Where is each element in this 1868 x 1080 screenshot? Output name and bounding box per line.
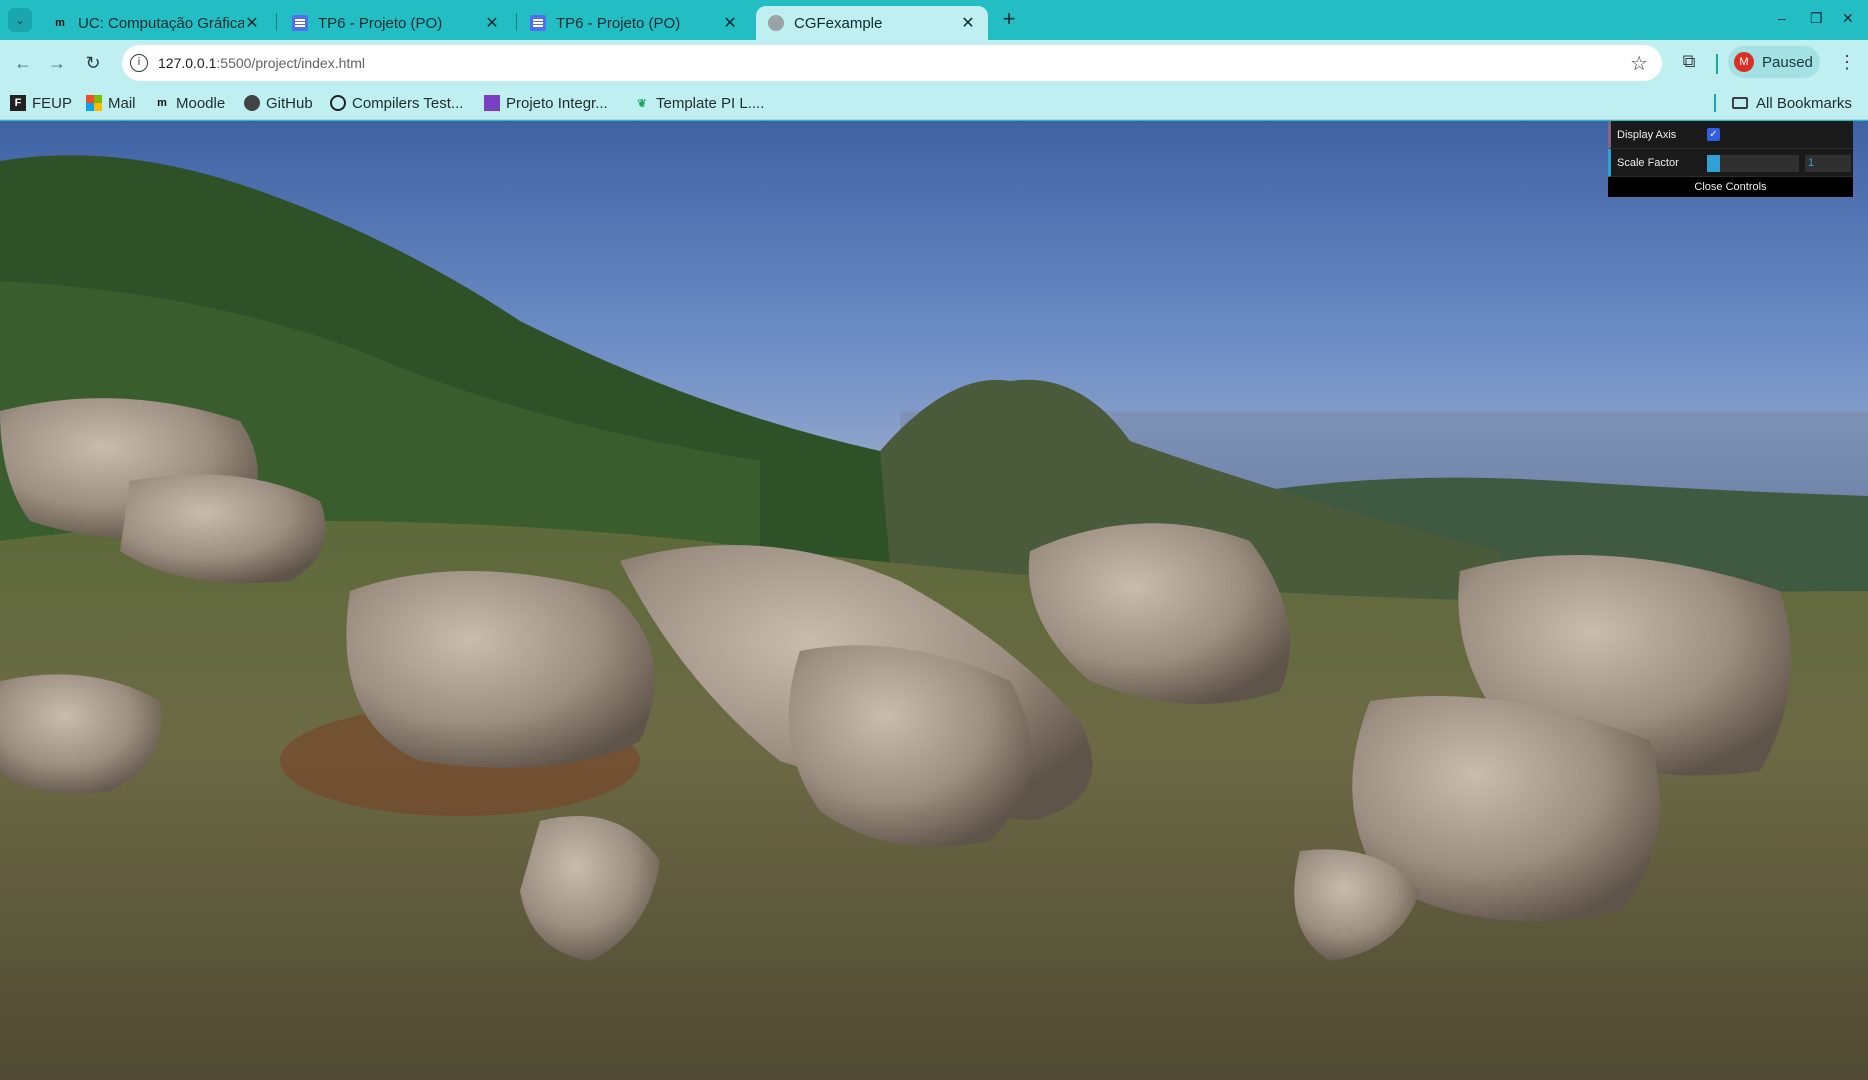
folder-icon — [1732, 97, 1748, 109]
github-icon — [244, 95, 260, 111]
compass-icon — [330, 95, 346, 111]
docs-icon — [530, 15, 546, 31]
bookmark-label: Template PI L.... — [656, 94, 765, 112]
display-axis-control[interactable]: Display Axis ✓ — [1608, 121, 1853, 149]
display-axis-checkbox[interactable]: ✓ — [1707, 128, 1720, 141]
tab-title: TP6 - Projeto (PO) — [318, 14, 443, 32]
globe-icon — [768, 15, 784, 31]
scale-factor-control: Scale Factor 1 — [1608, 149, 1853, 177]
all-bookmarks-button[interactable]: All Bookmarks — [1732, 92, 1852, 114]
close-icon[interactable]: ✕ — [722, 13, 738, 33]
tab-title: TP6 - Projeto (PO) — [556, 14, 681, 32]
moodle-icon: m — [157, 97, 167, 109]
minimize-button[interactable]: – — [1778, 10, 1786, 26]
tab-divider — [276, 13, 277, 31]
restore-icon: ❐ — [1810, 10, 1823, 26]
close-icon[interactable]: ✕ — [960, 13, 976, 33]
browser-toolbar: ← → ↻ i 127.0.0.1:5500/project/index.htm… — [0, 40, 1868, 86]
tab-cgfexample[interactable]: CGFexample ✕ — [756, 6, 988, 40]
moodle-icon: m — [55, 17, 65, 29]
chevron-down-icon: ⌄ — [14, 13, 26, 27]
bookmark-label: Mail — [108, 94, 136, 112]
panorama-landscape — [0, 121, 1868, 1080]
webgl-canvas[interactable]: Display Axis ✓ Scale Factor 1 Close Cont… — [0, 121, 1868, 1080]
close-icon[interactable]: ✕ — [484, 13, 500, 33]
new-tab-button[interactable]: + — [997, 8, 1021, 32]
tab-uc-computacao-grafica[interactable]: m UC: Computação Gráfica ✕ — [40, 6, 272, 40]
scale-factor-label: Scale Factor — [1617, 156, 1679, 169]
arrow-left-icon: ← — [14, 53, 32, 73]
close-icon: ✕ — [1842, 10, 1854, 26]
tab-title: UC: Computação Gráfica — [78, 14, 244, 32]
tab-divider — [516, 13, 517, 31]
minimize-icon: – — [1778, 10, 1786, 26]
close-window-button[interactable]: ✕ — [1842, 10, 1854, 27]
microsoft-icon — [86, 95, 102, 111]
arrow-right-icon: → — [48, 53, 66, 73]
project-icon — [484, 95, 500, 111]
display-axis-label: Display Axis — [1617, 128, 1677, 141]
forward-button[interactable]: → — [46, 52, 68, 74]
menu-icon[interactable]: ⋮ — [1838, 52, 1856, 73]
bookmark-star-icon[interactable]: ☆ — [1630, 51, 1648, 76]
reload-button[interactable]: ↻ — [82, 52, 104, 74]
toolbar-divider — [1716, 54, 1718, 74]
bookmark-template-pi[interactable]: ❦ Template PI L.... — [634, 92, 764, 114]
tab-search-button[interactable]: ⌄ — [8, 8, 32, 32]
avatar: M — [1734, 52, 1754, 72]
bookmark-label: Projeto Integr... — [506, 94, 608, 112]
bookmarks-divider — [1714, 94, 1716, 112]
bookmark-mail[interactable]: Mail — [86, 92, 136, 114]
controls-panel: Display Axis ✓ Scale Factor 1 Close Cont… — [1608, 121, 1853, 197]
address-bar[interactable]: i 127.0.0.1:5500/project/index.html ☆ — [122, 45, 1662, 81]
leaf-icon: ❦ — [637, 97, 647, 110]
bookmark-github[interactable]: GitHub — [244, 92, 313, 114]
url-host: 127.0.0.1 — [158, 55, 217, 71]
plus-icon: + — [1002, 6, 1016, 31]
bookmark-feup[interactable]: F FEUP — [10, 92, 72, 114]
all-bookmarks-label: All Bookmarks — [1756, 94, 1852, 112]
close-controls-button[interactable]: Close Controls — [1608, 177, 1853, 197]
bookmarks-bar: F FEUP Mail m Moodle GitHub Compilers Te… — [0, 86, 1868, 120]
profile-status: Paused — [1762, 53, 1813, 71]
slider-fill — [1707, 155, 1720, 172]
tab-strip: ⌄ m UC: Computação Gráfica ✕ TP6 - Proje… — [0, 0, 1868, 40]
scale-factor-slider[interactable] — [1707, 155, 1799, 172]
feup-icon: F — [10, 95, 26, 111]
bookmark-label: GitHub — [266, 94, 313, 112]
bookmark-label: Compilers Test... — [352, 94, 464, 112]
profile-button[interactable]: M Paused — [1728, 46, 1820, 78]
close-icon[interactable]: ✕ — [244, 13, 260, 33]
tab-tp6-projeto-1[interactable]: TP6 - Projeto (PO) ✕ — [280, 6, 512, 40]
docs-icon — [292, 15, 308, 31]
bookmark-moodle[interactable]: m Moodle — [154, 92, 225, 114]
bookmark-label: FEUP — [32, 94, 73, 112]
address-url[interactable]: 127.0.0.1:5500/project/index.html — [158, 55, 365, 71]
site-info-icon[interactable]: i — [130, 54, 148, 72]
scale-factor-input[interactable]: 1 — [1805, 155, 1851, 172]
restore-button[interactable]: ❐ — [1810, 10, 1823, 27]
bookmark-compilers-test[interactable]: Compilers Test... — [330, 92, 463, 114]
bookmark-label: Moodle — [176, 94, 226, 112]
extensions-icon[interactable]: ⧉ — [1678, 51, 1700, 73]
reload-icon: ↻ — [85, 53, 101, 73]
tab-title: CGFexample — [794, 14, 883, 32]
bookmark-projeto-integr[interactable]: Projeto Integr... — [484, 92, 608, 114]
url-path: :5500/project/index.html — [216, 55, 366, 71]
tab-tp6-projeto-2[interactable]: TP6 - Projeto (PO) ✕ — [518, 6, 750, 40]
back-button[interactable]: ← — [12, 52, 34, 74]
